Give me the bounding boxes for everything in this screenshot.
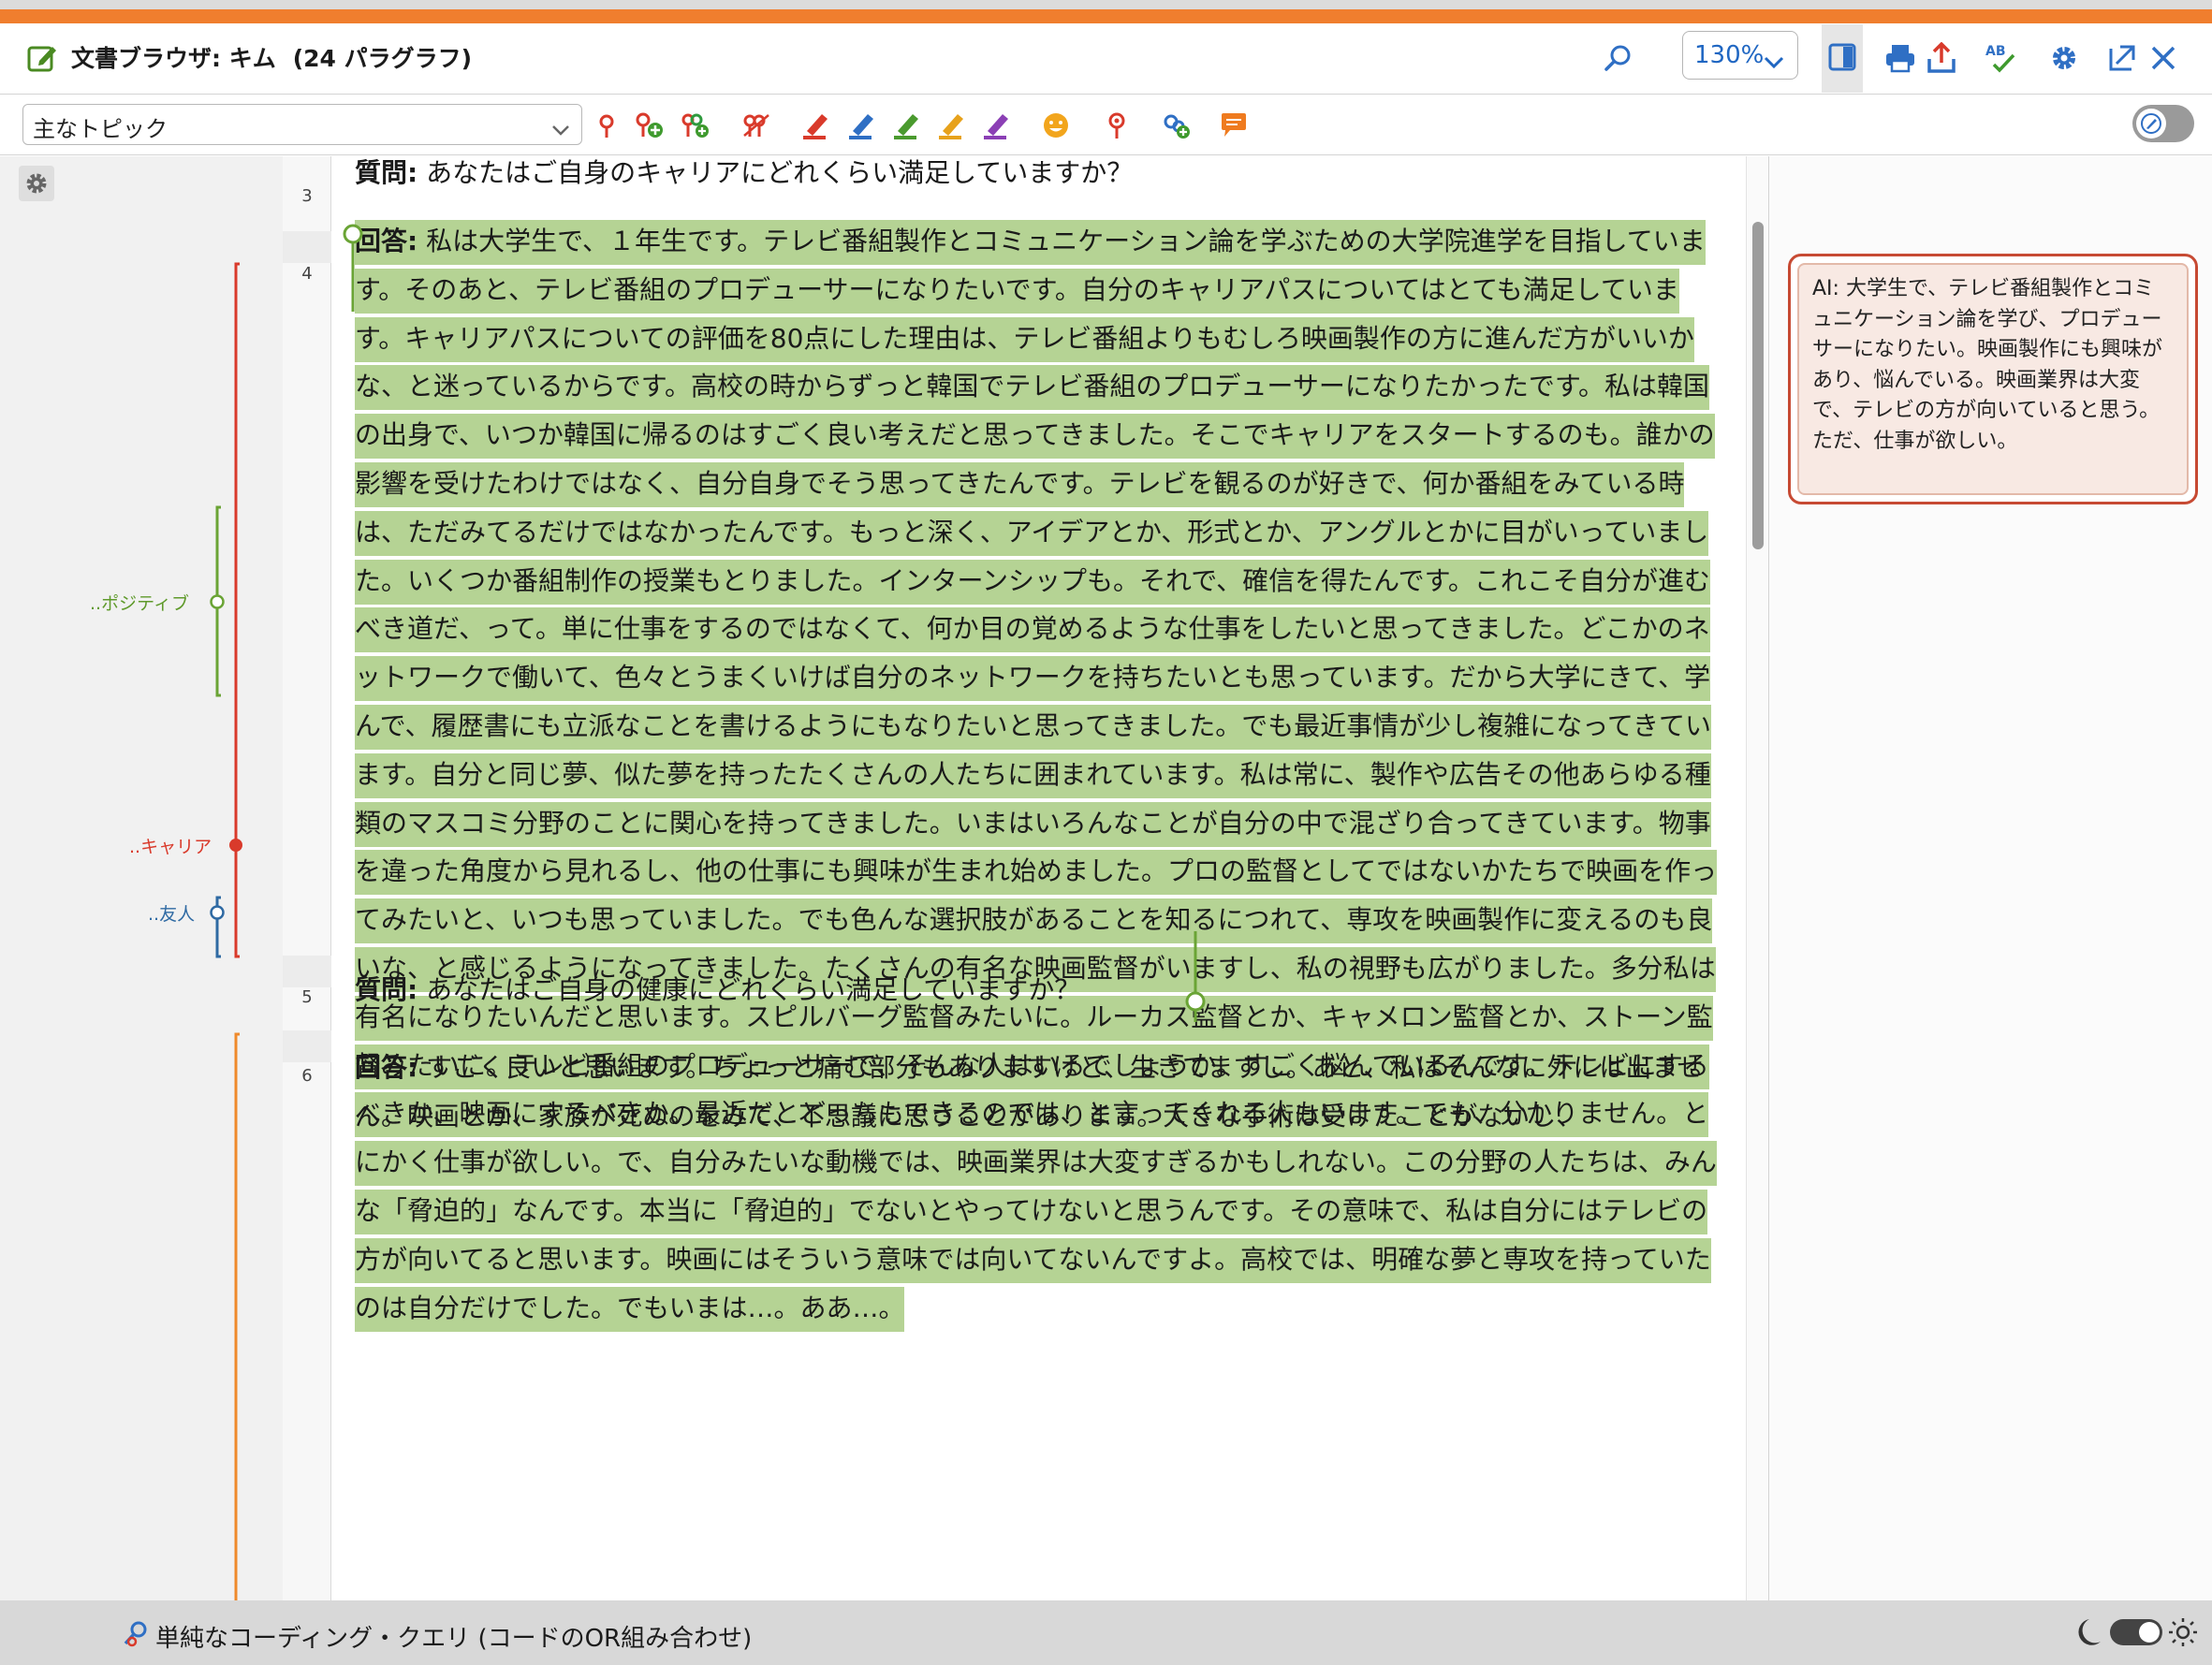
zoom-select[interactable]: 130% [1682, 31, 1798, 80]
document-scrollbar[interactable] [1746, 156, 1768, 1600]
pencil-icon [2136, 109, 2166, 139]
code-multi-icon[interactable] [679, 109, 712, 142]
coding-toolbar: 主なトピック [0, 95, 2212, 155]
code-stripe-friend[interactable] [210, 896, 225, 958]
svg-text:AB: AB [1985, 44, 2006, 59]
edit-document-icon[interactable] [26, 42, 58, 74]
paragraph-text: 私は大学生で、１年生です。テレビ番組製作とコミュニケーション論を学ぶための大学院… [355, 226, 1718, 1323]
zoom-value: 130% [1694, 41, 1765, 69]
paragraph-gap [283, 231, 331, 263]
paragraph-gap [283, 956, 331, 987]
paragraph-text: すごく良いと思います。ちょっと痛む部分もありますけど、生きてますし。あと、私はそ… [355, 1052, 1704, 1132]
paragraph-prefix: 質問: [355, 974, 418, 1005]
highlight-purple-icon[interactable] [979, 109, 1013, 142]
comment-icon[interactable] [1217, 109, 1251, 142]
window-title: 文書ブラウザ: キム (24 パラグラフ) [71, 40, 472, 74]
paragraph-text: あなたはご自身のキャリアにどれくらい満足していますか？ [417, 157, 1134, 188]
accent-bar [0, 9, 2212, 23]
sun-icon [2175, 1625, 2190, 1640]
code-stripes-svg [210, 262, 242, 1600]
paragraph-highlight: 回答: 私は大学生で、１年生です。テレビ番組製作とコミュニケーション論を学ぶため… [355, 220, 1718, 1332]
memo-text: AI: 大学生で、テレビ番組製作とコミュニケーション論を学び、プロデューサーにな… [1797, 263, 2189, 495]
paragraph-6[interactable]: 回答: すごく良いと思います。ちょっと痛む部分もありますけど、生きてますし。あと… [355, 1044, 1721, 1141]
code-new-icon[interactable] [632, 109, 666, 142]
code-favorite-icon[interactable] [1100, 109, 1134, 142]
paragraph-text: あなたはご自身の健康にどれくらい満足していますか？ [417, 974, 1081, 1005]
coding-query-label[interactable]: 単純なコーディング・クエリ (コードのOR組み合わせ) [155, 1619, 752, 1654]
code-stripe-health[interactable] [234, 1032, 240, 1600]
code-label-career[interactable]: ..キャリア [129, 833, 212, 858]
emoticon-icon[interactable] [1039, 109, 1073, 142]
paragraph-gap [283, 1030, 331, 1062]
topic-select[interactable]: 主なトピック [22, 104, 582, 145]
scrollbar-thumb[interactable] [1752, 222, 1764, 549]
paragraph-prefix: 回答: [355, 1052, 418, 1083]
side-panel-icon [1828, 43, 1856, 75]
code-label-friend[interactable]: ..友人 [148, 900, 195, 926]
document-text: 質問: あなたはご自身のキャリアにどれくらい満足していますか？ 回答: 私は大学… [332, 156, 1746, 1600]
highlight-yellow-icon[interactable] [934, 109, 968, 142]
system-top-strip [0, 0, 2212, 9]
remove-code-icon[interactable] [740, 109, 773, 142]
status-bar: 単純なコーディング・クエリ (コードのOR組み合わせ) [0, 1600, 2212, 1665]
moon-icon [2078, 1619, 2101, 1645]
close-icon[interactable] [2146, 40, 2181, 76]
coding-query-icon[interactable] [122, 1619, 152, 1649]
code-label-positive[interactable]: ..ポジティブ [90, 590, 189, 615]
chevron-down-icon [551, 117, 570, 143]
highlight-red-icon[interactable] [798, 109, 832, 142]
ai-summary-memo[interactable]: AI: 大学生で、テレビ番組製作とコミュニケーション論を学び、プロデューサーにな… [1788, 254, 2198, 504]
paragraph-number: 5 [301, 987, 313, 1007]
coding-stripes: ..ポジティブ ..キャリア ..友人 [0, 156, 283, 1600]
title-bar: 文書ブラウザ: キム (24 パラグラフ) 130% AB [0, 23, 2212, 95]
paragraph-5[interactable]: 質問: あなたはご自身の健康にどれくらい満足していますか？ [355, 966, 1721, 1015]
paragraph-count: (24 パラグラフ) [292, 45, 473, 72]
paragraph-prefix: 質問: [355, 157, 418, 188]
memo-side-panel: AI: 大学生で、テレビ番組製作とコミュニケーション論を学び、プロデューサーにな… [1768, 156, 2212, 1600]
edit-mode-toggle[interactable] [2132, 105, 2194, 142]
document-browser-window: 文書ブラウザ: キム (24 パラグラフ) 130% AB 主なトピック ..ポ… [0, 23, 2212, 1600]
print-icon[interactable] [1882, 40, 1918, 76]
code-stripe-positive[interactable] [210, 505, 225, 697]
highlight-blue-icon[interactable] [844, 109, 878, 142]
paragraph-number: 3 [301, 186, 313, 206]
gear-icon[interactable] [2046, 40, 2082, 76]
paragraph-number: 4 [301, 264, 313, 284]
topic-select-value: 主なトピック [33, 116, 168, 142]
highlight-green-icon[interactable] [889, 109, 923, 142]
paragraph-number: 6 [301, 1066, 313, 1086]
side-panel-toggle[interactable] [1822, 24, 1863, 93]
document-name: 文書ブラウザ: キム [71, 45, 276, 72]
undock-icon[interactable] [2104, 40, 2140, 76]
code-icon[interactable] [590, 109, 623, 142]
spellcheck-icon[interactable]: AB [1983, 40, 2018, 76]
paragraph-number-column: 3 4 5 6 [283, 156, 331, 1600]
add-link-icon[interactable] [1159, 109, 1193, 142]
search-icon[interactable] [1601, 40, 1636, 76]
paragraph-3[interactable]: 質問: あなたはご自身のキャリアにどれくらい満足していますか？ [355, 156, 1721, 197]
chevron-down-icon [1764, 48, 1784, 76]
paragraph-4-coded-segment[interactable]: 回答: 私は大学生で、１年生です。テレビ番組製作とコミュニケーション論を学ぶため… [355, 217, 1721, 1332]
theme-toggle[interactable] [2069, 1614, 2200, 1651]
code-stripe-career[interactable] [229, 262, 242, 958]
paragraph-prefix: 回答: [355, 226, 418, 256]
export-icon[interactable] [1924, 40, 1959, 76]
